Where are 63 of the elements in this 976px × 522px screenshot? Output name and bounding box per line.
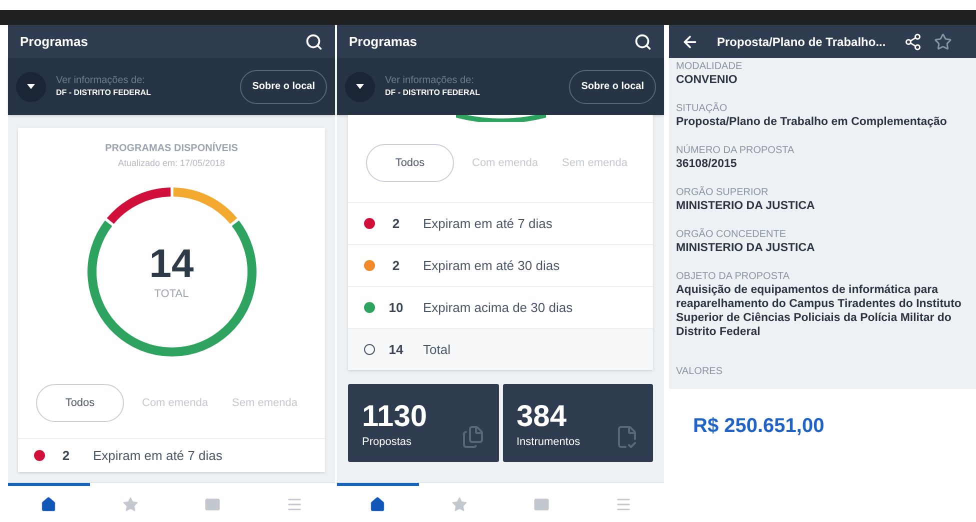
filter-tab[interactable]: Todos xyxy=(366,144,454,182)
total-count: 14 xyxy=(149,242,194,286)
row-count: 14 xyxy=(388,340,404,359)
caret-icon xyxy=(27,84,35,89)
updated-date: Atualizado em: 17/05/2018 xyxy=(118,157,226,170)
card-title: PROGRAMAS DISPONÍVEIS xyxy=(105,142,238,156)
app-title: Proposta/Plano de Trabalho... xyxy=(717,34,886,50)
legend-row[interactable]: 10 Expiram acima de 30 dias xyxy=(348,286,653,328)
field-label: MODALIDADE xyxy=(676,60,744,73)
field-value: Proposta/Plano de Trabalho em Complementação xyxy=(676,115,948,129)
field-label: NÚMERO DA PROPOSTA xyxy=(676,144,796,157)
app-title: Programas xyxy=(20,32,88,51)
stat-tile[interactable]: 384 Instrumentos xyxy=(502,384,653,462)
home-icon xyxy=(40,496,58,512)
section-label: VALORES xyxy=(676,365,724,379)
row-count: 2 xyxy=(61,446,71,465)
field-value: Aquisição de equipamentos de informática para reaparelhamento do Campus Tiradentes do Instituto Superior de Ciências Policiais da Polícia Militar do Distrito Federal xyxy=(676,283,962,339)
location-value: DF - DISTRITO FEDERAL xyxy=(385,86,481,98)
field-label: ORGÃO CONCEDENTE xyxy=(676,228,788,241)
dropdown-button[interactable] xyxy=(16,72,46,102)
star-icon[interactable] xyxy=(934,32,952,50)
legend-row[interactable]: 2 Expiram em até 30 dias xyxy=(348,244,653,286)
search-icon[interactable] xyxy=(305,32,323,50)
field-value: CONVENIO xyxy=(676,73,738,87)
dropdown-button[interactable] xyxy=(345,72,375,102)
legend-row[interactable]: 2 Expiram em até 7 dias xyxy=(18,438,325,472)
row-label: Expiram em até 7 dias xyxy=(93,446,222,465)
documents-icon xyxy=(460,424,484,450)
field-label: OBJETO DA PROPOSTA xyxy=(676,270,791,283)
home-icon xyxy=(369,496,386,512)
document-check-icon xyxy=(615,424,639,450)
location-value: DF - DISTRITO FEDERAL xyxy=(56,86,152,98)
search-icon[interactable] xyxy=(634,32,652,50)
field-value: MINISTERIO DA JUSTICA xyxy=(676,241,816,255)
stat-value: 384 xyxy=(516,400,568,434)
star-icon xyxy=(122,496,140,512)
about-button[interactable]: Sobre o local xyxy=(240,70,327,104)
field-label: SITUAÇÃO xyxy=(676,102,728,115)
amount-value: R$ 250.651,00 xyxy=(693,415,824,437)
filter-tab[interactable]: Todos xyxy=(36,384,124,422)
row-count: 10 xyxy=(388,298,404,317)
share-icon[interactable] xyxy=(904,32,922,50)
row-count: 2 xyxy=(391,214,401,233)
caret-icon xyxy=(356,84,364,89)
row-count: 2 xyxy=(391,256,401,275)
location-label: Ver informações de: xyxy=(56,74,146,86)
location-label: Ver informações de: xyxy=(385,74,475,86)
row-label: Expiram em até 30 dias xyxy=(423,256,560,275)
legend-row[interactable]: 2 Expiram em até 7 dias xyxy=(348,202,653,244)
row-label: Expiram em até 7 dias xyxy=(423,214,552,233)
about-button[interactable]: Sobre o local xyxy=(569,70,656,104)
stat-label: Propostas xyxy=(362,434,413,450)
field-value: MINISTERIO DA JUSTICA xyxy=(676,199,816,213)
field-value: 36108/2015 xyxy=(676,157,738,171)
app-title: Programas xyxy=(349,32,417,51)
stat-label: Instrumentos xyxy=(516,434,580,450)
star-icon xyxy=(451,496,468,512)
field-label: ORGÃO SUPERIOR xyxy=(676,186,770,199)
row-label: Expiram acima de 30 dias xyxy=(423,298,573,317)
stat-value: 1130 xyxy=(362,400,428,434)
row-label: Total xyxy=(423,340,450,359)
total-label: TOTAL xyxy=(154,286,189,302)
stat-tile[interactable]: 1130 Propostas xyxy=(348,384,498,462)
